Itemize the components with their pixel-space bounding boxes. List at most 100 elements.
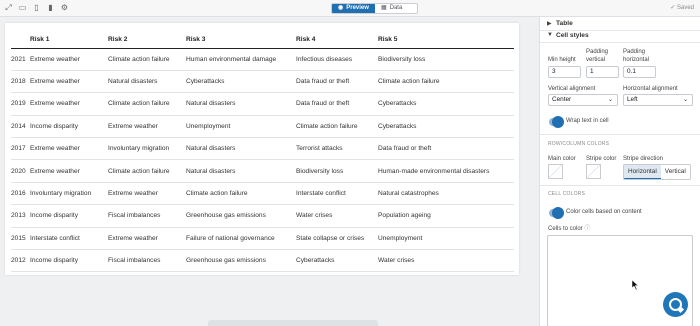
table-cell: Data fraud or theft (296, 70, 378, 94)
stripe-horizontal-button[interactable]: Horizontal (624, 165, 661, 179)
table-row: 2014 Income disparity Extreme weather Unemp… (11, 115, 514, 139)
table-year-cell: 2018 (11, 70, 30, 94)
table-year-cell: 2013 (11, 204, 30, 228)
preview-tab[interactable]: ◉ Preview (332, 4, 375, 13)
table-cell: Terrorist attacks (296, 137, 378, 161)
cell-colors-heading: CELL COLORS (548, 191, 586, 197)
table-row: 2016 Involuntary migration Extreme weather… (11, 182, 514, 206)
main-color-label: Main color (548, 156, 576, 162)
horizontal-alignment-select[interactable]: Left ⌄ (623, 94, 693, 106)
stripe-vertical-button[interactable]: Vertical (660, 165, 690, 179)
table-cell: Human environmental damage (186, 48, 296, 71)
table-header-cell: Risk 5 (378, 31, 514, 49)
tablet-view-icon[interactable]: ▯ (32, 3, 41, 13)
table-row: 2012 Income disparity Fiscal imbalances Gre… (11, 249, 514, 273)
check-icon: ✓ (670, 5, 676, 11)
padding-horizontal-input[interactable]: 0.1 (623, 66, 656, 78)
table-cell: Climate action failure (108, 48, 186, 71)
expand-icon[interactable]: ⤢ (4, 3, 13, 13)
divider (540, 185, 700, 186)
table-header-row: Risk 1 Risk 2 Risk 3 Risk 4 Risk 5 (11, 31, 514, 49)
table-header-cell: Risk 1 (30, 31, 108, 49)
chevron-down-icon: ▼ (547, 32, 553, 38)
toggle-knob (552, 116, 564, 128)
table-cell: Water crises (378, 249, 514, 273)
table-cell: Extreme weather (30, 159, 108, 183)
table-row: 2017 Extreme weather Involuntary migration… (11, 137, 514, 161)
table-row: 2015 Interstate conflict Extreme weather Fa… (11, 227, 514, 251)
grid-icon: ▦ (380, 5, 387, 11)
vertical-alignment-label: Vertical alignment (548, 86, 596, 92)
table-cell: Cyberattacks (378, 92, 514, 116)
table-cell: Greenhouse gas emissions (186, 249, 296, 273)
toolbar-icons: ⤢ ▭ ▯ ▮ ⚙ (4, 3, 69, 13)
table-header-cell: Risk 2 (108, 31, 186, 49)
color-cells-label: Color cells based on content (566, 209, 642, 215)
table-cell: Extreme weather (108, 115, 186, 139)
table-cell: Natural disasters (108, 70, 186, 94)
settings-icon[interactable]: ⚙ (60, 3, 69, 13)
saved-status: ✓ Saved (670, 3, 694, 13)
saved-label: Saved (676, 5, 694, 11)
table-cell: Population ageing (378, 204, 514, 228)
cell-styles-section-header[interactable]: ▼ Cell styles (540, 29, 700, 43)
table-cell: Fiscal imbalances (108, 249, 186, 273)
help-chat-button[interactable] (663, 292, 688, 317)
padding-vertical-label-line2: vertical (586, 57, 606, 63)
min-height-label: Min height (548, 57, 576, 63)
divider (540, 134, 700, 135)
table-cell: Interstate conflict (296, 182, 378, 206)
toggle-knob (552, 207, 564, 219)
table-cell: Natural disasters (186, 159, 296, 183)
table-row: 2021 Extreme weather Climate action failur… (11, 48, 514, 71)
table-year-cell: 2016 (11, 182, 30, 206)
table-cell: Data fraud or theft (378, 137, 514, 161)
padding-horizontal-label-line2: horizontal (623, 57, 650, 63)
table-row: 2013 Income disparity Fiscal imbalances Gre… (11, 204, 514, 228)
chevron-down-icon: ⌄ (682, 97, 688, 103)
padding-vertical-input[interactable]: 1 (586, 66, 619, 78)
table-cell: Natural disasters (186, 137, 296, 161)
table-cell: Climate action failure (296, 115, 378, 139)
vertical-alignment-select[interactable]: Center ⌄ (548, 94, 618, 106)
table-cell: Extreme weather (108, 182, 186, 206)
cell-styles-section-title: Cell styles (556, 32, 589, 39)
table-year-cell: 2017 (11, 137, 30, 161)
table-cell: Fiscal imbalances (108, 204, 186, 228)
mobile-view-icon[interactable]: ▮ (46, 3, 55, 13)
table-cell: Climate action failure (108, 92, 186, 116)
table-cell: Unemployment (378, 227, 514, 251)
table-cell: Interstate conflict (30, 227, 108, 251)
table-header-cell (11, 31, 30, 49)
row-column-colors-heading: ROW/COLUMN COLORS (548, 141, 610, 147)
cells-to-color-text: Cells to color (548, 226, 583, 232)
padding-vertical-label-line1: Padding (586, 49, 609, 55)
table-year-cell: 2015 (11, 227, 30, 251)
min-height-input[interactable]: 3 (548, 66, 581, 78)
table-cell: Climate action failure (378, 70, 514, 94)
stripe-color-swatch[interactable] (586, 164, 601, 179)
stripe-color-label: Stripe color (586, 156, 617, 162)
color-cells-toggle[interactable] (549, 207, 564, 219)
wrap-text-toggle[interactable] (549, 116, 564, 128)
table-year-cell: 2021 (11, 48, 30, 71)
table-cell: Failure of national governance (186, 227, 296, 251)
main-color-swatch[interactable] (548, 164, 563, 179)
bottom-scroll-hint (208, 320, 378, 326)
table-cell: Extreme weather (108, 227, 186, 251)
table-cell: Data fraud or theft (296, 92, 378, 116)
table-year-cell: 2012 (11, 249, 30, 273)
eye-icon: ◉ (338, 5, 344, 11)
data-tab-label: Data (389, 5, 403, 11)
desktop-view-icon[interactable]: ▭ (18, 3, 27, 13)
data-tab[interactable]: ▦ Data (374, 4, 417, 13)
table-cell: Cyberattacks (296, 249, 378, 273)
table-cell: Climate action failure (186, 182, 296, 206)
table-cell: Involuntary migration (108, 137, 186, 161)
stripe-direction-toggle: Horizontal Vertical (623, 164, 691, 180)
table-cell: Unemployment (186, 115, 296, 139)
table-header-cell: Risk 4 (296, 31, 378, 49)
table-cell: Water crises (296, 204, 378, 228)
horizontal-alignment-value: Left (627, 96, 638, 103)
preview-tab-label: Preview (346, 5, 369, 11)
